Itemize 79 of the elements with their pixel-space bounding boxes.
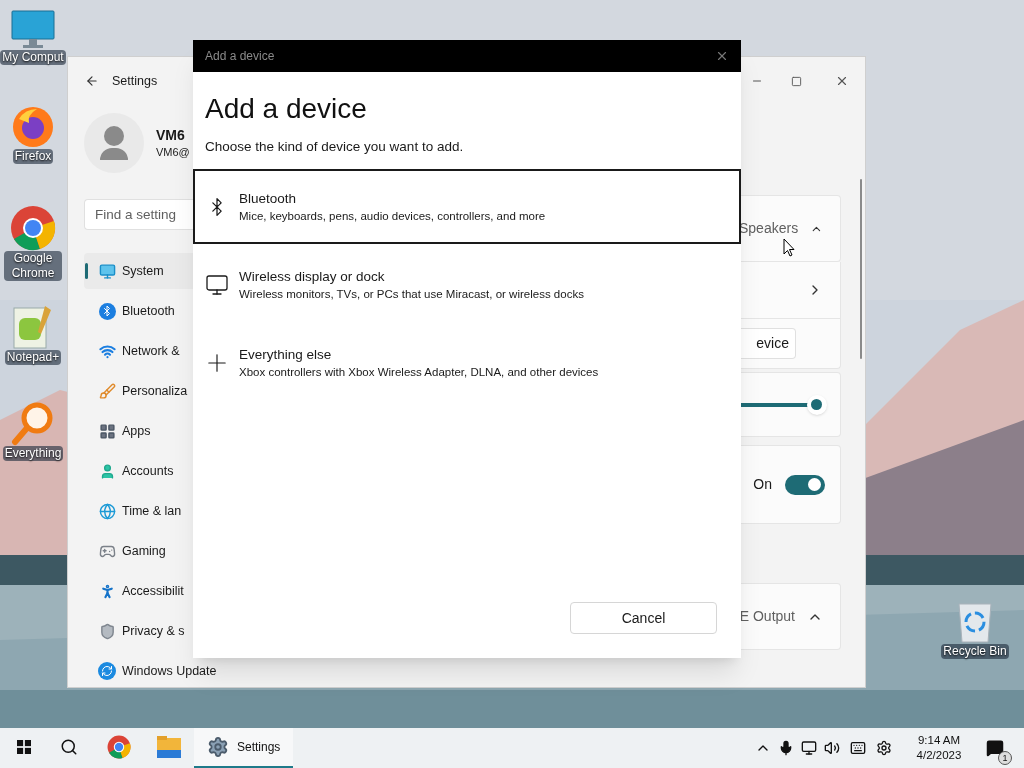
user-name: VM6 [156, 126, 186, 144]
nav-label: Network & [122, 342, 180, 360]
toggle-switch[interactable] [785, 474, 825, 495]
monitor-icon [98, 262, 116, 280]
nav-item[interactable]: Bluetooth [84, 293, 194, 329]
nav-label: Accounts [122, 462, 174, 480]
dialog-title: Add a device [205, 48, 275, 65]
device-name: Speakers [739, 219, 799, 238]
nav-label: Accessibilit [122, 582, 184, 600]
nav-label: Bluetooth [122, 302, 175, 320]
apps-icon [98, 422, 116, 440]
settings-card[interactable]: E Output [739, 583, 841, 650]
desktop-icon-label[interactable]: My Comput [0, 50, 66, 65]
nav-label: Personaliza [122, 382, 188, 400]
monitor-icon [205, 272, 229, 297]
window-title: Settings [112, 72, 158, 90]
windows-logo-icon [17, 739, 31, 755]
nav-label: Time & lan [122, 502, 182, 520]
desktop-icon-label[interactable]: Recycle Bin [941, 644, 1009, 659]
gear-icon[interactable] [876, 740, 892, 756]
bluetooth-icon [98, 302, 116, 320]
nav-item[interactable]: Time & lan [84, 493, 194, 529]
chrome-icon [107, 735, 131, 759]
option-description: Wireless monitors, TVs, or PCs that use Miracast, or wireless docks [239, 286, 584, 302]
shield-icon [98, 622, 116, 640]
notification-count: 1 [998, 751, 1012, 765]
taskbar-label: Settings [237, 739, 281, 756]
cursor-icon [783, 238, 795, 257]
nav-label: System [122, 262, 164, 280]
update-icon [98, 662, 116, 680]
option-title: Everything else [239, 345, 333, 364]
nav-item[interactable]: Network & [84, 333, 194, 369]
taskbar-button[interactable]: Settings [194, 728, 294, 768]
toggle-state-label: On [753, 475, 772, 494]
close-icon [835, 74, 849, 88]
nav-item[interactable]: Accounts [84, 453, 194, 489]
scrollbar[interactable] [860, 179, 862, 359]
microphone-icon[interactable] [778, 740, 794, 756]
nav-item[interactable]: System [84, 253, 194, 289]
nav-item[interactable]: Gaming [84, 533, 194, 569]
device-type-option[interactable]: Bluetooth Mice, keyboards, pens, audio devices, controllers, and more [193, 169, 741, 245]
monitor-icon [11, 10, 55, 50]
wifi-icon [98, 342, 116, 360]
device-button[interactable]: evice [739, 328, 796, 359]
device-name: E Output [739, 607, 795, 626]
nav-label: Windows Update [122, 662, 217, 680]
close-icon[interactable] [715, 49, 729, 63]
search-icon [60, 738, 78, 756]
nav-item[interactable]: Accessibilit [84, 573, 194, 609]
device-type-option[interactable]: Everything else Xbox controllers with Xbox Wireless Adapter, DLNA, and other devices [193, 325, 741, 401]
device-type-option[interactable]: Wireless display or dock Wireless monitors, TVs, or PCs that use Miracast, or wireless docks [193, 247, 741, 323]
option-title: Wireless display or dock [239, 267, 386, 286]
folder-icon [157, 736, 181, 758]
cancel-button[interactable]: Cancel [570, 602, 717, 634]
chrome-icon [10, 205, 56, 251]
option-title: Bluetooth [239, 189, 298, 208]
option-description: Mice, keyboards, pens, audio devices, controllers, and more [239, 208, 546, 224]
nav-label: Gaming [122, 542, 166, 560]
slider-thumb[interactable] [806, 394, 827, 415]
user-email: VM6@ [156, 145, 190, 160]
brush-icon [98, 382, 116, 400]
nav-item[interactable]: Privacy & s [84, 613, 194, 649]
nav-label: Privacy & s [122, 622, 185, 640]
nav-item[interactable]: Personaliza [84, 373, 194, 409]
gear-icon [207, 736, 229, 758]
clock-time[interactable]: 9:14 AM [917, 733, 961, 748]
clock-date[interactable]: 4/2/2023 [916, 748, 962, 763]
volume-icon[interactable] [824, 740, 840, 756]
nav-item[interactable]: Apps [84, 413, 194, 449]
maximize-icon [790, 75, 802, 87]
nav-item[interactable]: Windows Update [84, 653, 221, 687]
dialog-heading: Add a device [205, 92, 368, 126]
option-description: Xbox controllers with Xbox Wireless Adapter, DLNA, and other devices [239, 364, 599, 380]
desktop-icon-label[interactable]: Google Chrome [4, 251, 62, 281]
settings-card[interactable]: Speakers [739, 195, 841, 262]
notification-icon[interactable] [986, 739, 1004, 757]
magnifier-icon [11, 402, 55, 446]
nav-label: Apps [122, 422, 151, 440]
dialog-subtitle: Choose the kind of device you want to add. [205, 138, 465, 156]
